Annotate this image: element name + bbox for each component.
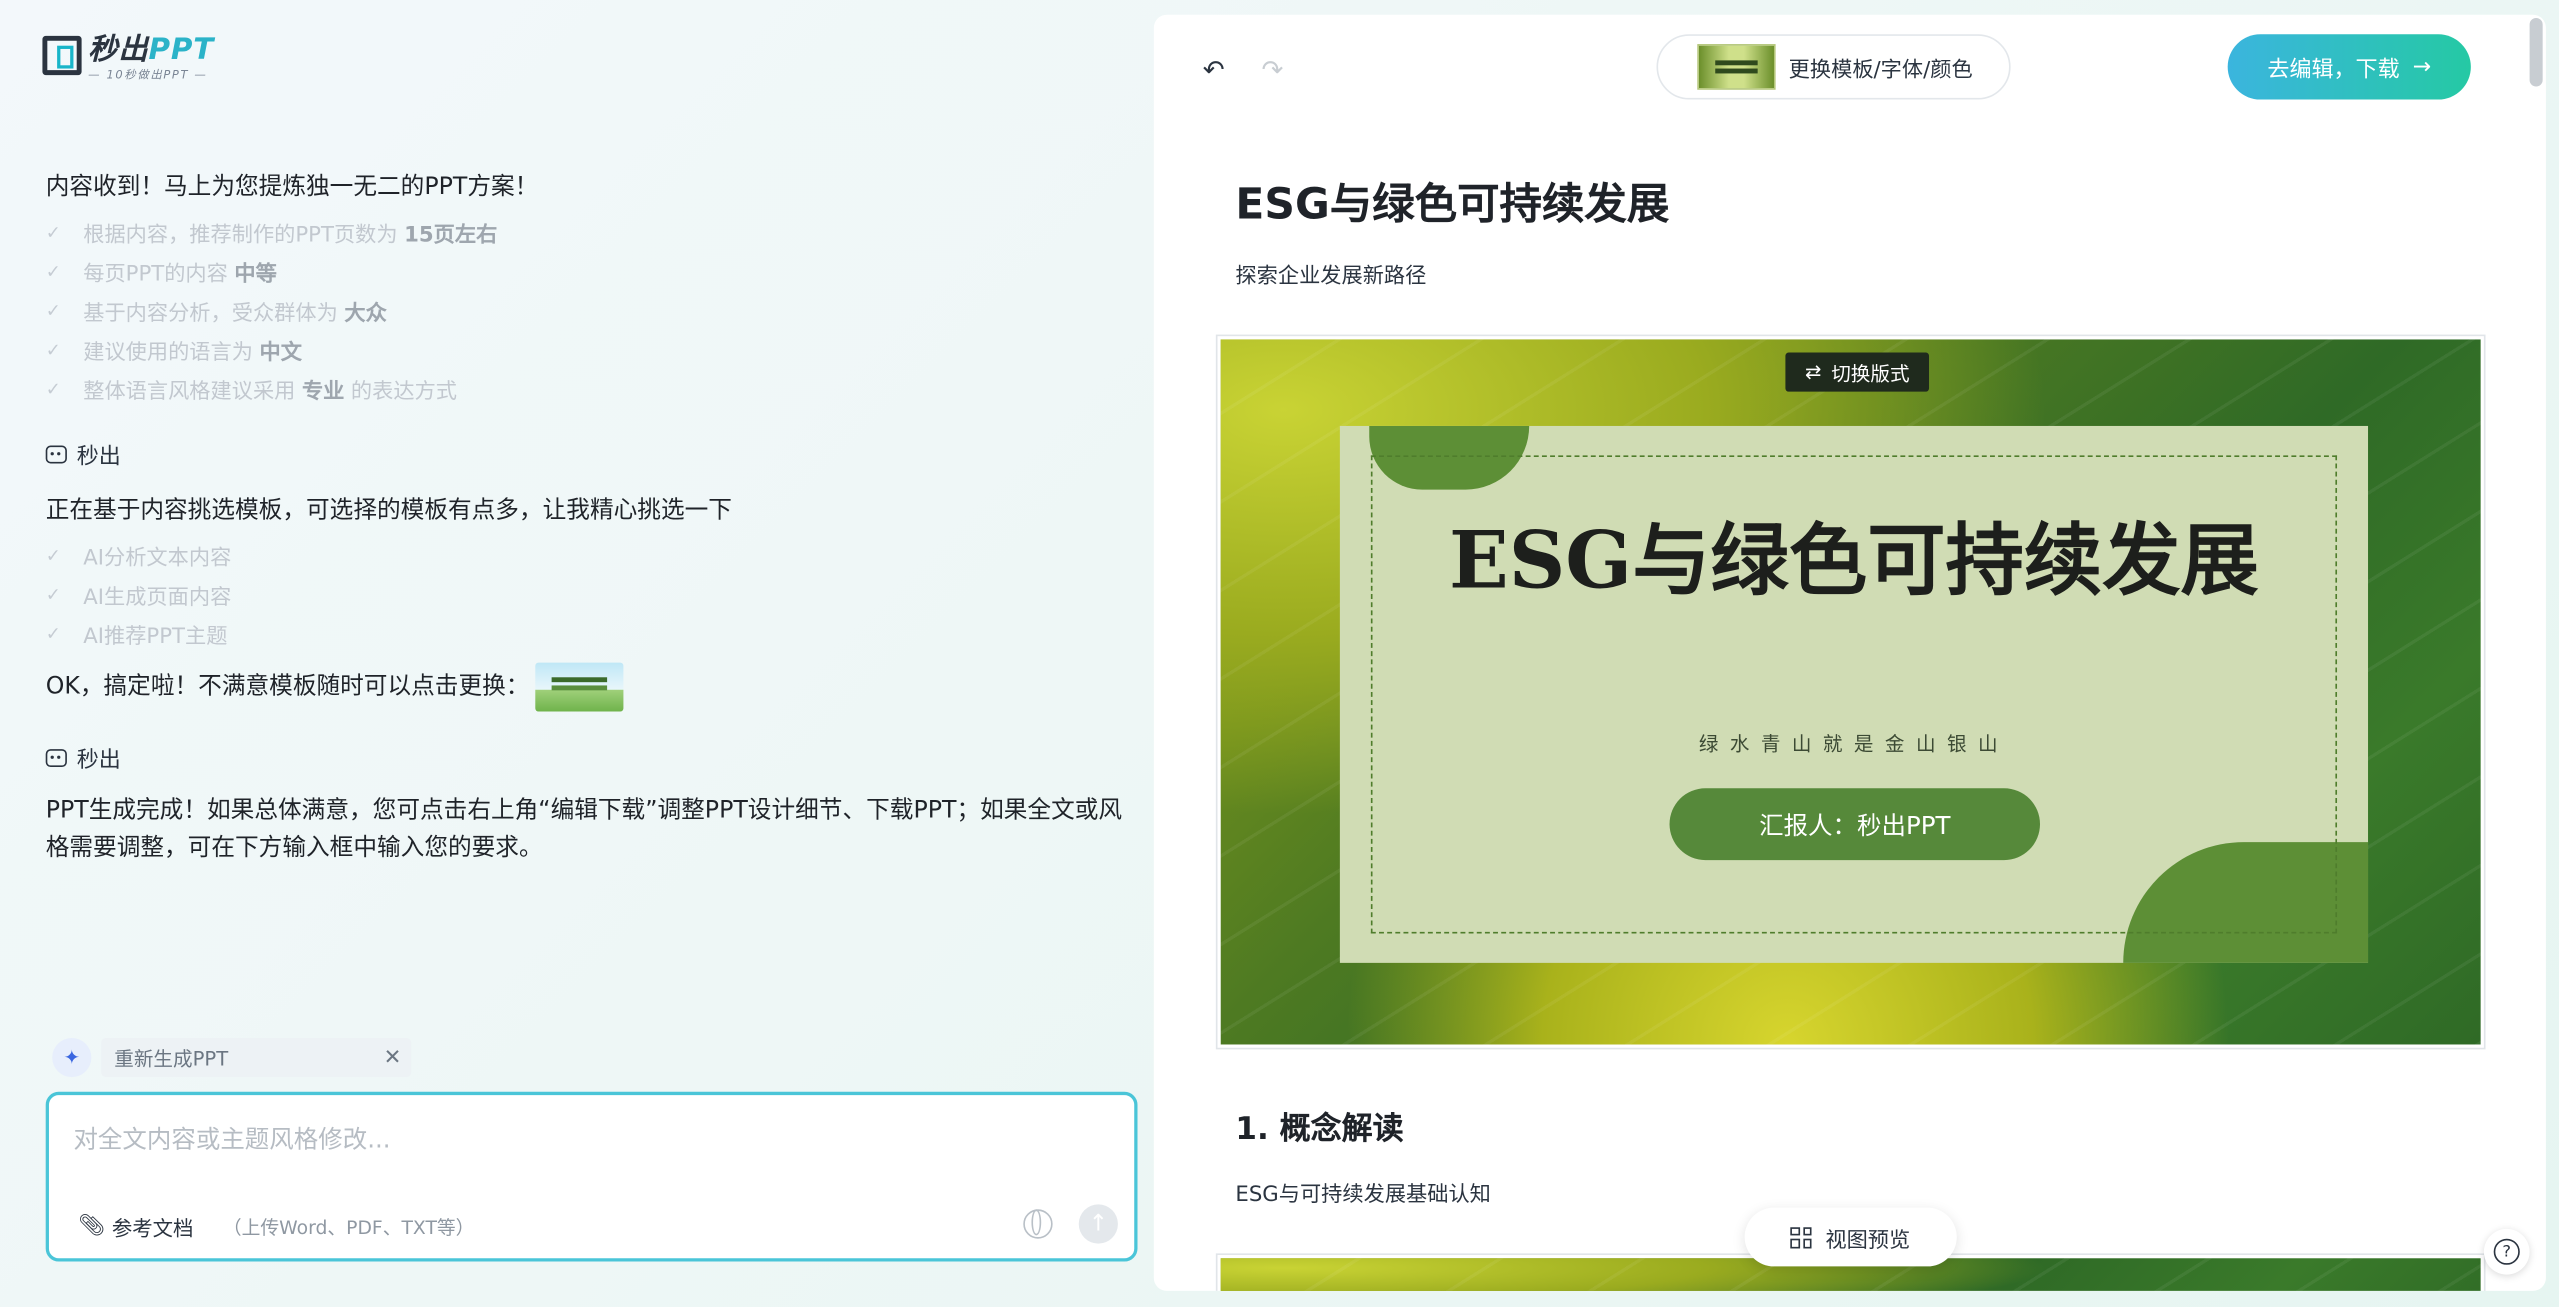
edit-download-label: 去编辑，下载 <box>2267 57 2400 84</box>
scrollbar-thumb[interactable] <box>2529 17 2543 87</box>
checklist-text: AI推荐PPT主题 <box>83 624 228 649</box>
sender-name: 秒出 <box>76 443 121 471</box>
slide-subtitle: 绿水青山就是金山银山 <box>1698 732 2009 756</box>
logo-tagline: — 10秒做出PPT — <box>88 68 208 82</box>
paperclip-icon: 📎︎ <box>78 1214 106 1239</box>
view-preview-label: 视图预览 <box>1825 1228 1911 1253</box>
help-icon: ? <box>2493 1238 2520 1265</box>
app-logo[interactable]: 秒出PPT — 10秒做出PPT — <box>42 32 215 82</box>
template-thumbnail[interactable] <box>535 662 625 712</box>
check-icon: ✓ <box>45 544 61 566</box>
ppt-preview-panel: ↶ ↷ 更换模板/字体/颜色 去编辑，下载 → ESG与绿色可持续发展 探索企业… <box>1153 14 2546 1291</box>
chat-message: 正在基于内容挑选模板，可选择的模板有点多，让我精心挑选一下 <box>45 497 732 524</box>
checklist-item: ✓ 整体语言风格建议采用 专业 的表达方式 <box>46 369 1123 408</box>
template-thumbnail-icon <box>1697 44 1776 90</box>
checklist-item: ✓ 基于内容分析，受众群体为 大众 <box>46 290 1123 329</box>
attach-document-button[interactable]: 📎︎ 参考文档 （上传Word、PDF、TXT等） <box>78 1211 474 1242</box>
bot-sender: 秒出 <box>45 741 1123 774</box>
regenerate-tag[interactable]: 重新生成PPT ✕ <box>101 1037 412 1078</box>
robot-icon <box>45 444 67 463</box>
regenerate-label: 重新生成PPT <box>114 1046 229 1070</box>
section-subtitle: ESG与可持续发展基础认知 <box>1235 1183 1491 1208</box>
chat-message-text: OK，搞定啦！不满意模板随时可以点击更换： <box>45 674 530 701</box>
arrow-right-icon: → <box>2412 53 2432 80</box>
view-preview-button[interactable]: 视图预览 <box>1744 1207 1957 1267</box>
checklist-value: 专业 <box>301 379 345 404</box>
grid-icon <box>1791 1226 1813 1248</box>
check-icon: ✓ <box>45 583 61 605</box>
change-template-label: 更换模板/字体/颜色 <box>1788 57 1973 83</box>
chat-message: PPT生成完成！如果总体满意，您可点击右上角“编辑下载”调整PPT设计细节、下载… <box>45 798 1123 862</box>
progress-checklist: ✓ AI分析文本内容 ✓ AI生成页面内容 ✓ AI推荐PPT主题 <box>46 535 1123 653</box>
checklist-text: 每页PPT的内容 <box>83 261 228 287</box>
checklist-item: ✓ AI推荐PPT主题 <box>46 614 1123 653</box>
checklist-item: ✓ AI生成页面内容 <box>46 574 1123 613</box>
checklist-text: 根据内容，推荐制作的PPT页数为 <box>83 222 398 248</box>
document-title: ESG与绿色可持续发展 <box>1235 181 1670 231</box>
check-icon: ✓ <box>45 377 61 400</box>
checklist-value: 中文 <box>259 340 302 365</box>
change-template-button[interactable]: 更换模板/字体/颜色 <box>1656 34 2011 100</box>
logo-mark-icon <box>42 35 82 76</box>
logo-text-ppt: PPT <box>148 32 215 67</box>
checklist-item: ✓ AI分析文本内容 <box>46 535 1123 574</box>
check-icon: ✓ <box>45 299 61 321</box>
chat-transcript: 内容收到！马上为您提炼独一无二的PPT方案！ ✓ 根据内容，推荐制作的PPT页数为… <box>45 170 1123 868</box>
sparkle-icon: ✦ <box>52 1037 92 1078</box>
slide-title-card: ESG与绿色可持续发展 绿水青山就是金山银山 汇报人：秒出PPT <box>1339 425 2369 963</box>
checklist-text: 整体语言风格建议采用 <box>83 379 296 404</box>
slide-title: ESG与绿色可持续发展 <box>1449 515 2259 608</box>
checklist-item: ✓ 建议使用的语言为 中文 <box>46 330 1123 369</box>
slide-cover[interactable]: ⇄ 切换版式 ESG与绿色可持续发展 绿水青山就是金山银山 汇报人：秒出PPT <box>1215 334 2486 1050</box>
slide-reporter-pill: 汇报人：秒出PPT <box>1669 788 2040 861</box>
switch-layout-label: 切换版式 <box>1831 361 1910 385</box>
switch-layout-button[interactable]: ⇄ 切换版式 <box>1785 352 1930 392</box>
arrow-up-icon: ↑ <box>1088 1210 1108 1238</box>
check-icon: ✓ <box>45 338 61 360</box>
swap-icon: ⇄ <box>1804 360 1822 384</box>
slide-background-image: ⇄ 切换版式 ESG与绿色可持续发展 绿水青山就是金山银山 汇报人：秒出PPT <box>1220 339 2481 1045</box>
check-icon: ✓ <box>45 622 61 644</box>
logo-text-main: 秒出 <box>88 32 149 67</box>
chat-message-template: OK，搞定啦！不满意模板随时可以点击更换： <box>45 662 1123 712</box>
undo-icon[interactable]: ↶ <box>1203 54 1225 85</box>
checklist-value: 大众 <box>344 301 387 326</box>
regenerate-chip: ✦ 重新生成PPT ✕ <box>52 1037 412 1078</box>
sender-name: 秒出 <box>76 747 121 774</box>
section-title: 1. 概念解读 <box>1235 1111 1404 1148</box>
checklist-text: AI生成页面内容 <box>83 585 232 610</box>
redo-icon[interactable]: ↷ <box>1262 54 1284 85</box>
prompt-input-box[interactable]: 对全文内容或主题风格修改... 📎︎ 参考文档 （上传Word、PDF、TXT等… <box>45 1091 1138 1262</box>
prompt-input[interactable]: 对全文内容或主题风格修改... <box>73 1121 390 1155</box>
attach-hint: （上传Word、PDF、TXT等） <box>222 1215 475 1238</box>
edit-download-button[interactable]: 去编辑，下载 → <box>2227 34 2471 100</box>
checklist-text: 基于内容分析，受众群体为 <box>83 301 338 326</box>
globe-icon[interactable] <box>1023 1209 1053 1239</box>
checklist-item: ✓ 根据内容，推荐制作的PPT页数为 15页左右 <box>46 212 1123 251</box>
attach-label: 参考文档 <box>111 1215 194 1241</box>
checklist-text: 建议使用的语言为 <box>83 340 253 365</box>
plan-checklist: ✓ 根据内容，推荐制作的PPT页数为 15页左右 ✓ 每页PPT的内容 中等 ✓ 基于内容… <box>46 212 1123 408</box>
check-icon: ✓ <box>45 221 61 243</box>
checklist-value: 中等 <box>234 261 277 287</box>
checklist-item: ✓ 每页PPT的内容 中等 <box>46 251 1123 290</box>
help-button[interactable]: ? <box>2483 1228 2530 1275</box>
check-icon: ✓ <box>45 260 61 282</box>
bot-sender: 秒出 <box>45 437 1123 471</box>
chat-message: 内容收到！马上为您提炼独一无二的PPT方案！ <box>45 174 539 201</box>
document-subtitle: 探索企业发展新路径 <box>1235 264 1427 289</box>
robot-icon <box>45 748 67 767</box>
checklist-text-after: 的表达方式 <box>350 379 458 404</box>
close-icon[interactable]: ✕ <box>384 1045 402 1069</box>
checklist-text: AI分析文本内容 <box>83 545 232 571</box>
send-button[interactable]: ↑ <box>1078 1204 1118 1244</box>
checklist-value: 15页左右 <box>404 222 498 248</box>
